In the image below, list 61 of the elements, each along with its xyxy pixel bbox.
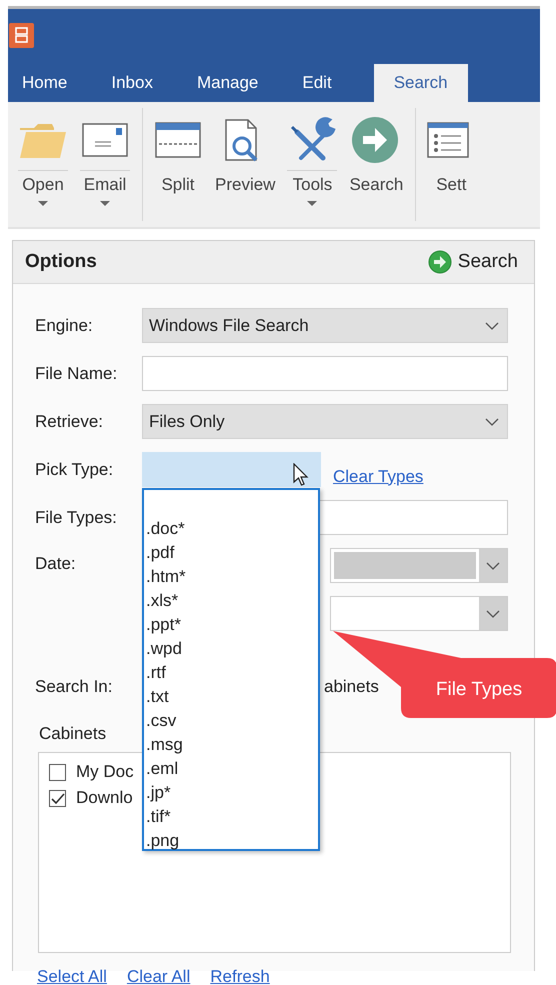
ribbon-button[interactable]: Preview (213, 116, 278, 220)
ribbon-tab[interactable]: Home (22, 64, 90, 102)
ribbon-button[interactable]: Sett (424, 116, 478, 220)
field-label: Search In: (35, 676, 114, 696)
ribbon-button[interactable]: Tools (285, 116, 340, 220)
dropdown-option[interactable]: .rtf (146, 661, 166, 685)
chevron-down-icon (486, 562, 500, 570)
field-label: Date: (35, 554, 77, 574)
callout-text: File Types (436, 679, 522, 700)
chevron-down-icon (485, 418, 499, 426)
search-button[interactable]: Search (428, 250, 518, 274)
field-label: File Name: (35, 364, 118, 384)
cabinet-item[interactable]: My Doc (49, 759, 134, 785)
dropdown-field[interactable]: Windows File Search (142, 308, 508, 343)
ribbon-tab[interactable]: Manage (196, 64, 282, 102)
field-label: Pick Type: (35, 460, 114, 480)
chevron-down-icon (486, 610, 500, 618)
dropdown-option[interactable]: .txt (146, 685, 169, 709)
dropdown-option[interactable]: .jp* (146, 781, 171, 805)
footer-link[interactable]: Clear All (126, 967, 190, 985)
dropdown-field[interactable] (142, 452, 321, 487)
app-logo-icon (9, 23, 34, 48)
ribbon-tab[interactable]: Inbox (111, 64, 176, 102)
footer-link[interactable]: Refresh (210, 967, 270, 985)
dropdown-option[interactable]: .doc* (146, 517, 185, 541)
ribbon-button[interactable]: Open (16, 116, 70, 220)
dropdown-option[interactable]: .ppt* (146, 613, 181, 637)
ribbon-tab[interactable]: Edit (302, 64, 355, 102)
panel-title: Options (25, 251, 97, 273)
dropdown-option[interactable]: .tif* (146, 805, 171, 829)
chevron-down-icon (485, 322, 499, 330)
dropdown-option[interactable]: .xls* (146, 589, 178, 613)
radio-label[interactable]: abinets (324, 676, 379, 696)
checkbox[interactable] (49, 790, 66, 806)
ribbon-tab[interactable]: Search (374, 64, 468, 102)
dropdown-option[interactable]: .png (146, 829, 180, 853)
caret-icon (38, 201, 48, 206)
ribbon-button[interactable]: Email (78, 116, 132, 220)
mouse-cursor-icon (293, 463, 308, 486)
dropdown-field[interactable]: Files Only (142, 404, 508, 439)
field-label: Retrieve: (35, 412, 104, 432)
checkbox[interactable] (49, 764, 66, 780)
footer-link[interactable]: Select All (37, 967, 107, 985)
dropdown-option[interactable]: .pdf (146, 541, 174, 565)
arrow-circle-icon (428, 250, 452, 274)
dropdown-option[interactable]: .msg (146, 733, 183, 757)
section-label: Cabinets (38, 724, 108, 744)
dropdown-option[interactable]: .wpd (146, 637, 182, 661)
caret-icon (307, 201, 318, 206)
dropdown-option[interactable]: .eml (146, 757, 178, 781)
clear-types-link[interactable]: Clear Types (333, 466, 424, 486)
field-label: File Types: (35, 508, 118, 528)
dropdown-option[interactable]: .htm* (146, 565, 186, 589)
cabinet-item[interactable]: Downlo (49, 785, 133, 811)
field-label: Engine: (35, 316, 94, 336)
input-field[interactable] (142, 356, 508, 391)
caret-icon (100, 201, 110, 206)
check-icon (50, 792, 64, 804)
ribbon-button[interactable]: Split (151, 116, 205, 220)
ribbon-button[interactable]: Search (347, 116, 406, 220)
dropdown-option[interactable]: .csv (146, 709, 176, 733)
